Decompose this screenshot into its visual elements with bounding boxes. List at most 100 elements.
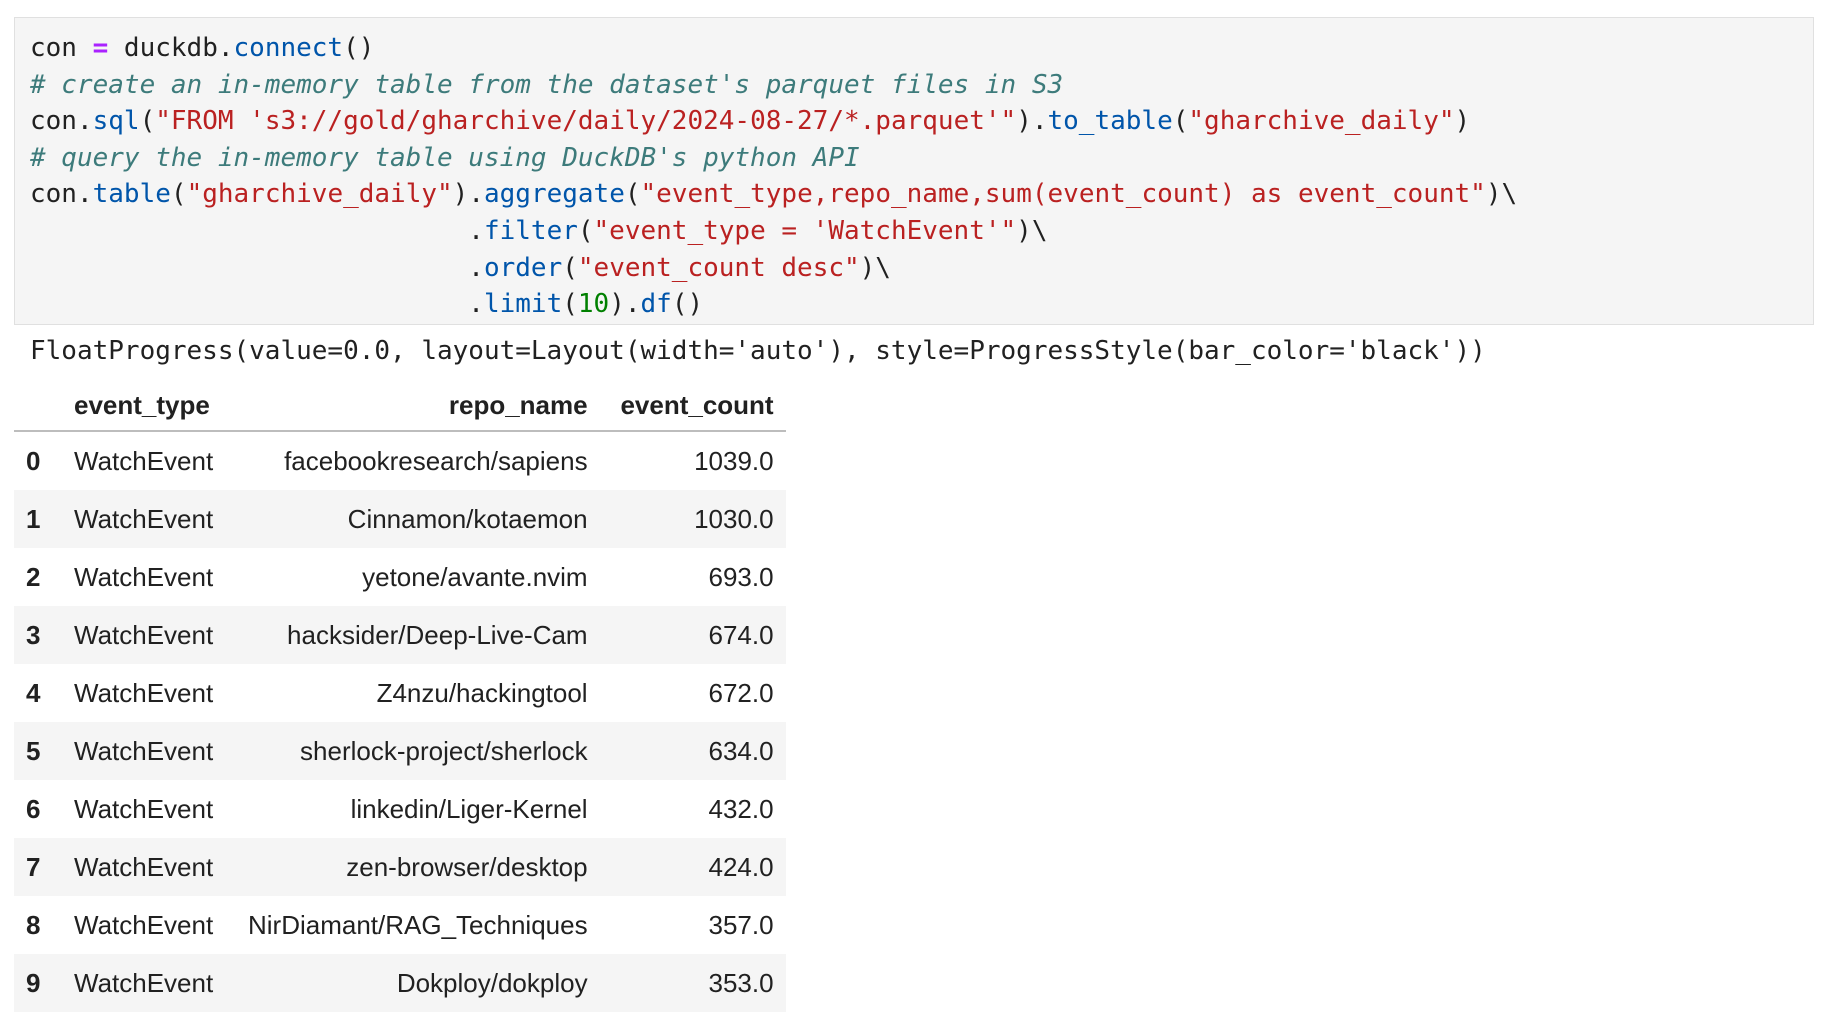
code-token: . (30, 252, 484, 283)
event-type-cell: WatchEvent (74, 619, 214, 650)
code-token: aggregate (483, 179, 625, 210)
repo-name-cell: facebookresearch/sapiens (284, 445, 588, 476)
code-token: to_table (1047, 106, 1173, 137)
code-token: "event_type,repo_name,sum(event_count) a… (640, 179, 1486, 210)
table-row: 2 WatchEvent yetone/avante.nvim 693.0 (14, 548, 786, 606)
code-token: order (483, 252, 563, 283)
code-token: # create an in-memory table from the dat… (30, 69, 1064, 100)
code-token: con (30, 33, 93, 63)
event-count-cell: 424.0 (708, 851, 774, 882)
row-index: 0 (26, 445, 41, 476)
table-row: 1 WatchEvent Cinnamon/kotaemon 1030.0 (14, 490, 786, 548)
row-index: 8 (26, 909, 41, 940)
table-row: 8 WatchEvent NirDiamant/RAG_Techniques 357.… (14, 896, 786, 954)
code-token: limit (483, 289, 563, 320)
code-token: # query the in-memory table using DuckDB… (30, 142, 860, 173)
code-token: table (92, 179, 171, 210)
code-token: ). (1016, 106, 1048, 137)
code-token: ). (452, 179, 484, 210)
event-type-cell: WatchEvent (74, 851, 214, 882)
row-index: 3 (26, 619, 41, 650)
table-row: 6 WatchEvent linkedin/Liger-Kernel 432.0 (14, 780, 786, 838)
code-token: = (92, 33, 109, 63)
code-editor[interactable]: con = duckdb.connect() # create an in-mem… (30, 30, 1517, 323)
code-token: ( (562, 252, 578, 283)
repo-name-cell: linkedin/Liger-Kernel (350, 793, 588, 824)
code-token: "gharchive_daily" (1188, 106, 1455, 137)
code-token: 10 (577, 289, 610, 320)
event-count-cell: 672.0 (708, 677, 774, 708)
event-type-cell: WatchEvent (74, 445, 214, 476)
code-token: ( (624, 179, 641, 210)
code-token: con. (30, 179, 93, 210)
code-token: ( (577, 215, 594, 246)
code-token: sql (92, 106, 140, 137)
code-token: ) (1454, 106, 1471, 137)
code-token: ( (1172, 106, 1189, 137)
code-token: "event_count desc" (577, 252, 860, 283)
event-count-cell: 357.0 (708, 909, 774, 940)
code-token: ( (139, 106, 156, 137)
code-line: .filter("event_type = 'WatchEvent'")\ (30, 213, 1517, 250)
row-index: 7 (26, 851, 41, 882)
code-cell[interactable]: con = duckdb.connect() # create an in-mem… (14, 17, 1814, 325)
event-type-cell: WatchEvent (74, 967, 214, 998)
code-token: "FROM 's3://gold/gharchive/daily/2024-08… (155, 106, 1017, 137)
table-row: 5 WatchEvent sherlock-project/sherlock 634.… (14, 722, 786, 780)
repo-name-cell: Cinnamon/kotaemon (347, 503, 588, 534)
code-token: )\ (1016, 215, 1048, 246)
table-row: 0 WatchEvent facebookresearch/sapiens 1039.… (14, 431, 786, 490)
code-token: df (640, 289, 672, 320)
code-line: .order("event_count desc")\ (30, 250, 1517, 287)
dataframe-table: event_type repo_name event_count 0 WatchE… (14, 380, 786, 1012)
event-type-cell: WatchEvent (74, 909, 214, 940)
repo-name-cell: Dokploy/dokploy (396, 967, 588, 998)
table-header-row: event_type repo_name event_count (14, 380, 786, 432)
table-row: 7 WatchEvent zen-browser/desktop 424.0 (14, 838, 786, 896)
row-index: 9 (26, 967, 41, 998)
event-count-cell: 1039.0 (694, 445, 774, 476)
table-row: 3 WatchEvent hacksider/Deep-Live-Cam 674.0 (14, 606, 786, 664)
code-token: )\ (1485, 179, 1518, 210)
event-type-column-header: event_type (62, 380, 236, 432)
progress-output-text: FloatProgress(value=0.0, layout=Layout(w… (30, 336, 1486, 366)
code-token: ( (562, 289, 578, 320)
code-line: con.sql("FROM 's3://gold/gharchive/daily… (30, 103, 1517, 140)
code-token: () (671, 289, 704, 320)
code-line: .limit(10).df() (30, 286, 1517, 323)
code-token: . (30, 215, 484, 246)
row-index: 4 (26, 677, 41, 708)
event-count-column-header: event_count (599, 380, 786, 432)
repo-name-cell: hacksider/Deep-Live-Cam (287, 619, 588, 650)
code-token: connect (233, 33, 344, 63)
code-line: con = duckdb.connect() (30, 30, 1517, 67)
code-token: )\ (859, 252, 891, 283)
event-type-cell: WatchEvent (74, 793, 214, 824)
event-count-cell: 693.0 (708, 561, 774, 592)
event-type-cell: WatchEvent (74, 677, 214, 708)
code-token: ). (609, 289, 641, 320)
code-token: () (343, 33, 375, 63)
code-token: duckdb. (108, 33, 234, 63)
code-token: "gharchive_daily" (186, 179, 453, 210)
code-line: con.table("gharchive_daily").aggregate("… (30, 176, 1517, 213)
code-line: # query the in-memory table using DuckDB… (30, 140, 1517, 177)
row-index: 2 (26, 561, 41, 592)
event-count-cell: 674.0 (708, 619, 774, 650)
code-line: # create an in-memory table from the dat… (30, 67, 1517, 104)
repo-name-cell: zen-browser/desktop (346, 851, 588, 882)
repo-name-cell: sherlock-project/sherlock (300, 735, 588, 766)
index-column-header (14, 380, 62, 432)
row-index: 1 (26, 503, 41, 534)
code-token: con. (30, 106, 93, 137)
event-type-cell: WatchEvent (74, 735, 214, 766)
table-row: 9 WatchEvent Dokploy/dokploy 353.0 (14, 954, 786, 1012)
event-count-cell: 634.0 (708, 735, 774, 766)
code-token: "event_type = 'WatchEvent'" (593, 215, 1017, 246)
event-count-cell: 1030.0 (694, 503, 774, 534)
row-index: 6 (26, 793, 41, 824)
repo-name-cell: NirDiamant/RAG_Techniques (248, 909, 588, 940)
code-token: ( (170, 179, 187, 210)
repo-name-column-header: repo_name (236, 380, 600, 432)
event-count-cell: 353.0 (708, 967, 774, 998)
